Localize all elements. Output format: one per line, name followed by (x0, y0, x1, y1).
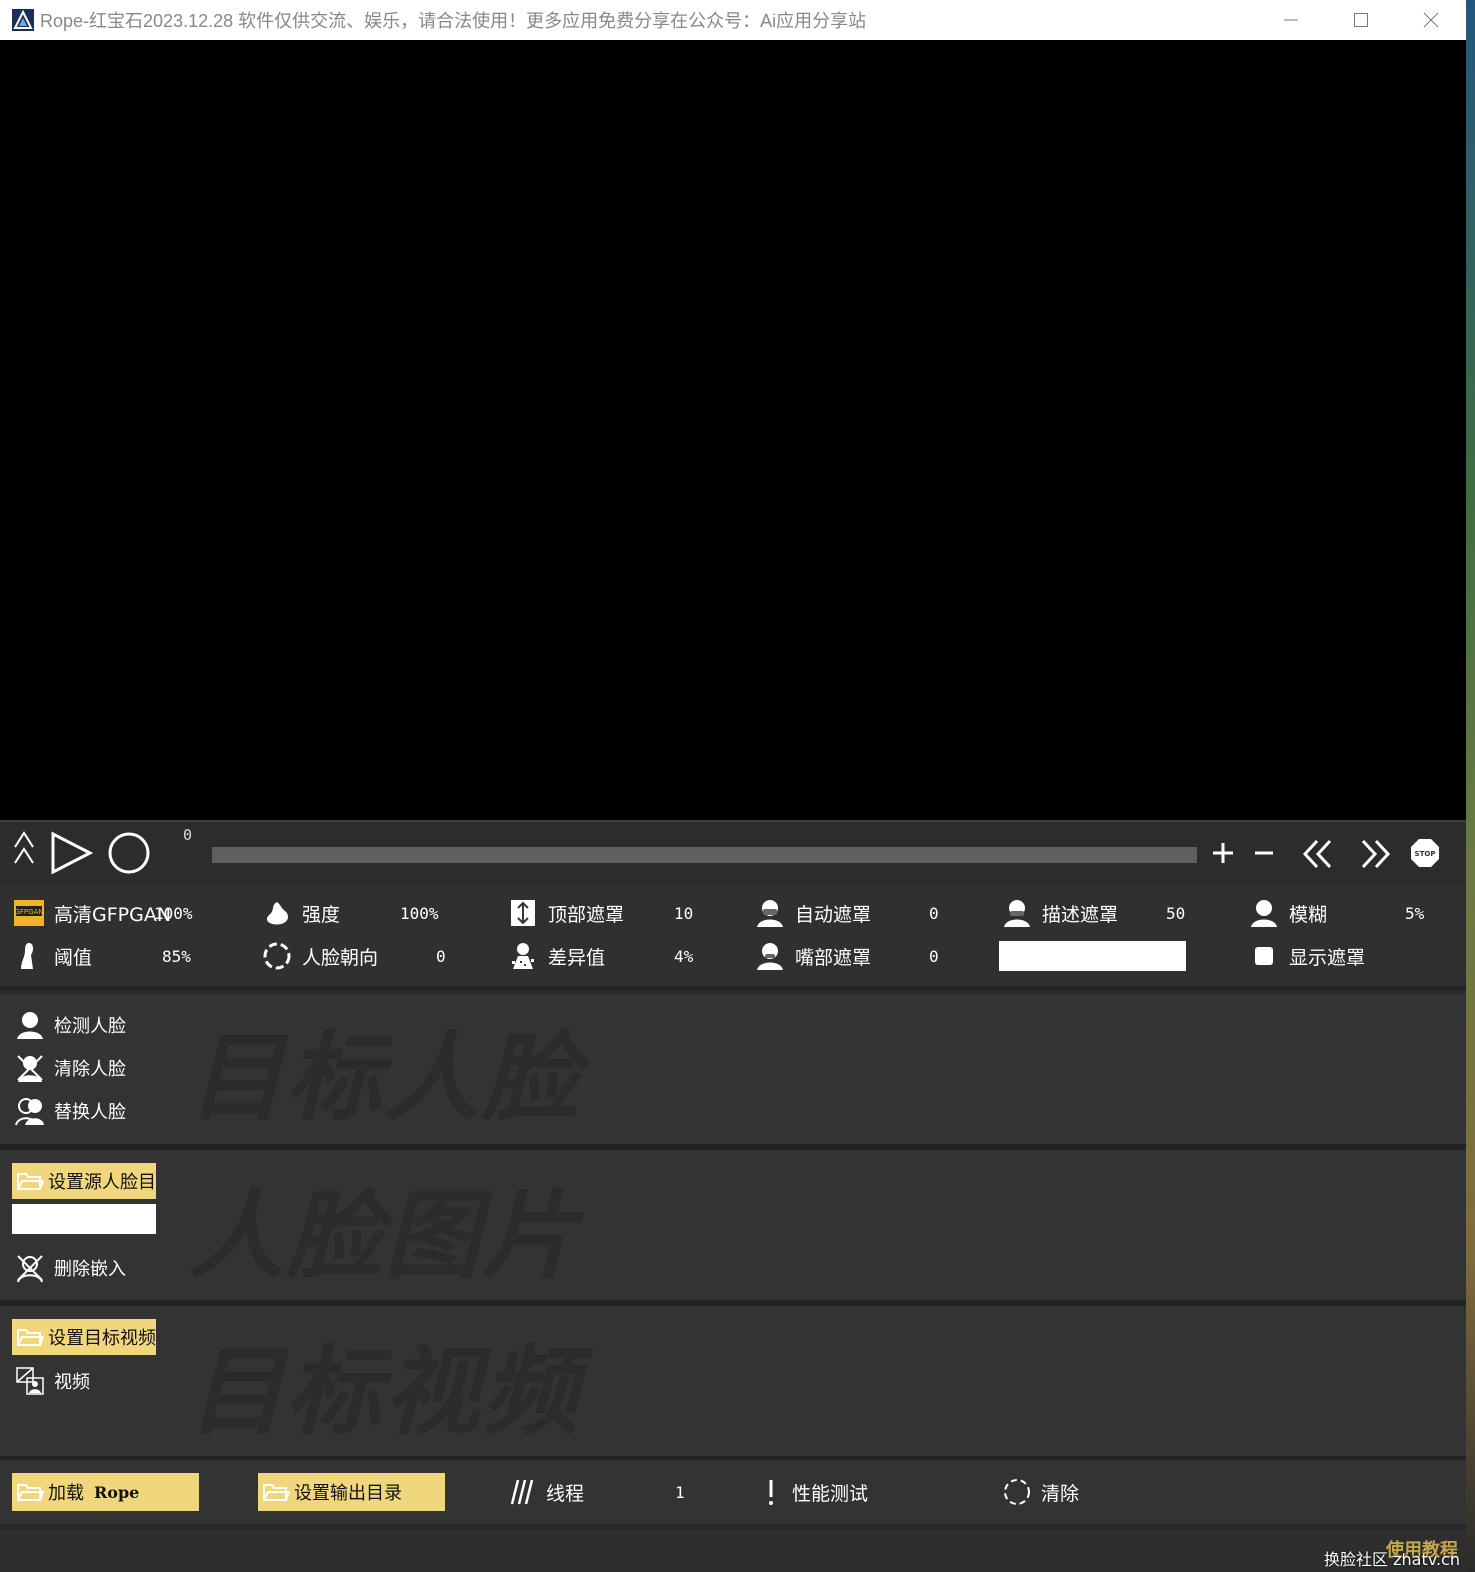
source-faces-watermark: 人脸图片 (188, 1180, 580, 1292)
svg-text:GFPGAN: GFPGAN (14, 908, 43, 916)
window-title: Rope-红宝石2023.12.28 软件仅供交流、娱乐，请合法使用！更多应用免… (40, 11, 867, 31)
dashed-circle-icon (1004, 1479, 1030, 1505)
detect-faces-button[interactable]: 检测人脸 (14, 1008, 126, 1042)
exclamation-icon (769, 1480, 773, 1505)
app-logo-icon (12, 9, 34, 31)
svg-text:STOP: STOP (1415, 850, 1436, 858)
target-faces-watermark: 目标人脸 (188, 1022, 580, 1134)
target-videos-section: 目标视频 设置目标视频 视频 (0, 1306, 1466, 1456)
record-icon[interactable] (107, 831, 151, 875)
person-icon (17, 1012, 43, 1039)
threshold-value: 85% (162, 946, 191, 966)
set-target-video-button[interactable]: 设置目标视频 (12, 1319, 156, 1355)
checkbox-icon (1255, 947, 1273, 965)
param-strength[interactable]: 强度 100% (262, 896, 462, 930)
status-bar: 使用教程 换脸社区 zhatv.cn (0, 1528, 1466, 1572)
video-slider[interactable] (212, 847, 1197, 863)
strength-value: 100% (400, 903, 439, 923)
auto-mask-value: 0 (929, 903, 939, 923)
clear-faces-button[interactable]: 清除人脸 (14, 1051, 126, 1085)
param-gfpgan[interactable]: GFPGAN 高清GFPGAN 100% (14, 896, 214, 930)
set-output-dir-button[interactable]: 设置输出目录 (258, 1473, 445, 1511)
face-text-mask-icon (1004, 900, 1030, 927)
pixel-person-icon (512, 943, 534, 969)
face-mask-icon (757, 900, 783, 927)
param-desc-mask[interactable]: 描述遮罩 50 (1002, 896, 1202, 930)
close-button[interactable] (1396, 0, 1466, 40)
gfpgan-icon: GFPGAN (14, 900, 44, 926)
mask-description-input[interactable] (999, 941, 1186, 971)
video-preview[interactable] (0, 40, 1466, 820)
two-persons-icon (15, 1098, 44, 1126)
param-diff[interactable]: 差异值 4% (508, 939, 708, 973)
parameters-panel: GFPGAN 高清GFPGAN 100% 强度 100% 顶部遮罩 10 自动遮… (0, 884, 1466, 990)
person-icon (1251, 900, 1277, 927)
mouth-mask-value: 0 (929, 946, 939, 966)
load-rope-button[interactable]: 加载 Rope (12, 1473, 199, 1511)
play-icon[interactable] (50, 831, 94, 875)
delete-embedding-button[interactable]: 删除嵌入 (14, 1251, 126, 1285)
performance-test-button[interactable]: 性能测试 (760, 1475, 868, 1509)
param-top-mask[interactable]: 顶部遮罩 10 (508, 896, 708, 930)
set-source-dir-button[interactable]: 设置源人脸目录 (12, 1163, 156, 1199)
param-mouth-mask[interactable]: 嘴部遮罩 0 (755, 939, 955, 973)
param-face-orient[interactable]: 人脸朝向 0 (262, 939, 462, 973)
param-blur[interactable]: 模糊 5% (1249, 896, 1449, 930)
bottom-toolbar: 加载 Rope 设置输出目录 线程 1 性能测试 清除 (0, 1460, 1466, 1524)
close-icon (1423, 12, 1439, 28)
threads-control[interactable]: 线程 1 (510, 1475, 685, 1509)
video-filter-button[interactable]: 视频 (14, 1364, 90, 1398)
param-show-mask[interactable]: 显示遮罩 (1249, 939, 1449, 973)
minimize-button[interactable] (1256, 0, 1326, 40)
frame-number: 0 (183, 826, 193, 844)
source-search-input[interactable] (12, 1204, 156, 1234)
target-faces-section: 目标人脸 检测人脸 清除人脸 替换人脸 (0, 994, 1466, 1144)
diff-value: 4% (674, 946, 694, 966)
dashed-circle-icon (263, 942, 291, 970)
stop-icon[interactable]: STOP (1410, 838, 1440, 868)
rewind-icon[interactable] (1302, 838, 1334, 870)
maximize-icon (1354, 13, 1368, 27)
param-auto-mask[interactable]: 自动遮罩 0 (755, 896, 955, 930)
playback-bar: 0 STOP (0, 820, 1466, 882)
threshold-icon (21, 943, 34, 969)
video-image-icon (16, 1367, 44, 1395)
collapse-up-icon[interactable] (12, 830, 36, 866)
source-faces-section: 人脸图片 设置源人脸目录 删除嵌入 (0, 1150, 1466, 1300)
desktop-background (1466, 0, 1475, 1572)
plus-icon[interactable] (1211, 841, 1235, 865)
fast-forward-icon[interactable] (1359, 838, 1391, 870)
swap-faces-button[interactable]: 替换人脸 (14, 1094, 126, 1128)
minimize-icon (1284, 19, 1298, 21)
vertical-arrows-icon (511, 900, 535, 926)
folder-icon (17, 1329, 44, 1346)
folder-icon (17, 1484, 44, 1501)
face-orient-value: 0 (436, 946, 446, 966)
folder-icon (17, 1173, 44, 1190)
site-watermark: 换脸社区 zhatv.cn (1324, 1550, 1460, 1569)
blur-value: 5% (1405, 903, 1425, 923)
maximize-button[interactable] (1326, 0, 1396, 40)
desc-mask-value: 50 (1166, 903, 1186, 923)
param-threshold[interactable]: 阈值 85% (14, 939, 214, 973)
delete-embed-icon (17, 1255, 43, 1283)
folder-icon (263, 1484, 290, 1501)
threads-value: 1 (675, 1482, 685, 1502)
title-bar: Rope-红宝石2023.12.28 软件仅供交流、娱乐，请合法使用！更多应用免… (0, 0, 1466, 40)
threads-icon (510, 1479, 534, 1505)
clear-button[interactable]: 清除 (1003, 1475, 1079, 1509)
top-mask-value: 10 (674, 903, 694, 923)
minus-icon[interactable] (1252, 841, 1276, 865)
gfpgan-value: 100% (154, 903, 193, 923)
mouth-mask-icon (757, 943, 783, 970)
person-x-icon (17, 1055, 43, 1082)
target-videos-watermark: 目标视频 (188, 1336, 580, 1448)
strength-icon (266, 902, 289, 925)
